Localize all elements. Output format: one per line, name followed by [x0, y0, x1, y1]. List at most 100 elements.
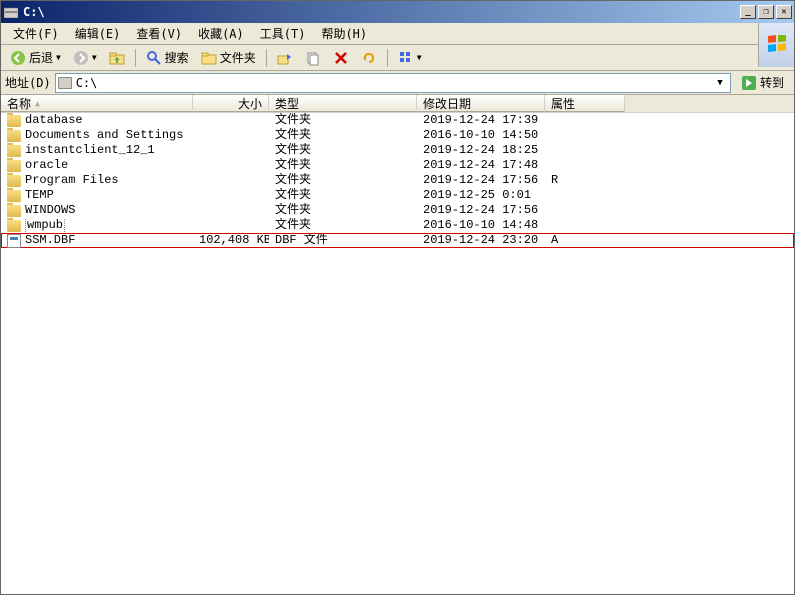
- forward-dropdown-icon: ▼: [92, 53, 97, 62]
- copy-to-button[interactable]: [300, 47, 326, 69]
- cell-type: 文件夹: [269, 218, 417, 233]
- folder-icon: [7, 130, 21, 142]
- restore-button[interactable]: ❐: [758, 5, 774, 19]
- delete-button[interactable]: [328, 47, 354, 69]
- column-header-size[interactable]: 大小: [193, 95, 269, 112]
- cell-attr: [545, 113, 625, 128]
- file-name: oracle: [25, 158, 68, 173]
- move-to-icon: [277, 50, 293, 66]
- toolbar: 后退 ▼ ▼ 搜索 文件夹 ▼: [1, 45, 794, 71]
- folder-icon: [7, 205, 21, 217]
- go-label: 转到: [760, 74, 784, 91]
- cell-size: [193, 218, 269, 233]
- column-type-label: 类型: [275, 95, 299, 112]
- cell-type: 文件夹: [269, 188, 417, 203]
- table-row[interactable]: database文件夹2019-12-24 17:39: [1, 113, 794, 128]
- table-row[interactable]: WINDOWS文件夹2019-12-24 17:56: [1, 203, 794, 218]
- table-row[interactable]: Documents and Settings文件夹2016-10-10 14:5…: [1, 128, 794, 143]
- folders-button[interactable]: 文件夹: [196, 47, 261, 69]
- window-title: C:\: [23, 5, 740, 19]
- toolbar-separator-3: [387, 49, 388, 67]
- cell-attr: [545, 203, 625, 218]
- column-header-date[interactable]: 修改日期: [417, 95, 545, 112]
- file-name: TEMP: [25, 188, 54, 203]
- cell-name: database: [1, 113, 193, 128]
- file-name: SSM.DBF: [25, 233, 75, 248]
- file-name: instantclient_12_1: [25, 143, 155, 158]
- search-button[interactable]: 搜索: [141, 47, 194, 69]
- sort-asc-icon: ▲: [35, 99, 40, 108]
- cell-type: 文件夹: [269, 173, 417, 188]
- views-icon: [398, 50, 414, 66]
- undo-button[interactable]: [356, 47, 382, 69]
- table-row[interactable]: instantclient_12_1文件夹2019-12-24 18:25: [1, 143, 794, 158]
- cell-name: TEMP: [1, 188, 193, 203]
- minimize-button[interactable]: _: [740, 5, 756, 19]
- drive-icon: [58, 77, 72, 89]
- delete-icon: [333, 50, 349, 66]
- undo-icon: [361, 50, 377, 66]
- menu-help[interactable]: 帮助(H): [313, 23, 375, 44]
- go-button[interactable]: 转到: [735, 73, 790, 93]
- cell-name: Documents and Settings: [1, 128, 193, 143]
- address-dropdown-icon[interactable]: ▼: [712, 78, 728, 88]
- folder-icon: [7, 190, 21, 202]
- folder-icon: [7, 115, 21, 127]
- close-button[interactable]: ✕: [776, 5, 792, 19]
- go-icon: [741, 75, 757, 91]
- column-date-label: 修改日期: [423, 95, 471, 112]
- menu-tools[interactable]: 工具(T): [252, 23, 314, 44]
- column-size-label: 大小: [238, 95, 262, 112]
- address-input[interactable]: C:\ ▼: [55, 73, 731, 93]
- menu-favorites[interactable]: 收藏(A): [190, 23, 252, 44]
- column-header-attr[interactable]: 属性: [545, 95, 625, 112]
- cell-date: 2019-12-24 17:39: [417, 113, 545, 128]
- folder-icon: [7, 175, 21, 187]
- file-name: Documents and Settings: [25, 128, 183, 143]
- table-row[interactable]: SSM.DBF102,408 KBDBF 文件2019-12-24 23:20A: [1, 233, 794, 248]
- column-header-type[interactable]: 类型: [269, 95, 417, 112]
- cell-name: oracle: [1, 158, 193, 173]
- folder-icon: [7, 220, 21, 232]
- views-button[interactable]: ▼: [393, 47, 427, 69]
- list-header: 名称 ▲ 大小 类型 修改日期 属性: [1, 95, 794, 113]
- file-name: Program Files: [25, 173, 119, 188]
- cell-date: 2019-12-24 23:20: [417, 233, 545, 248]
- cell-date: 2019-12-25 0:01: [417, 188, 545, 203]
- table-row[interactable]: TEMP 文件夹2019-12-25 0:01: [1, 188, 794, 203]
- table-row[interactable]: oracle文件夹2019-12-24 17:48: [1, 158, 794, 173]
- cell-size: [193, 173, 269, 188]
- list-body: database文件夹2019-12-24 17:39Documents and…: [1, 113, 794, 248]
- back-button[interactable]: 后退 ▼: [5, 47, 66, 69]
- menubar: 文件(F) 编辑(E) 查看(V) 收藏(A) 工具(T) 帮助(H): [1, 23, 794, 45]
- file-list: 名称 ▲ 大小 类型 修改日期 属性 database文件夹2019-12-24…: [1, 95, 794, 594]
- cell-type: DBF 文件: [269, 233, 417, 248]
- up-button[interactable]: [104, 47, 130, 69]
- menu-edit[interactable]: 编辑(E): [67, 23, 129, 44]
- cell-date: 2016-10-10 14:50: [417, 128, 545, 143]
- cell-attr: [545, 143, 625, 158]
- table-row[interactable]: wmpub文件夹2016-10-10 14:48: [1, 218, 794, 233]
- column-name-label: 名称: [7, 95, 31, 112]
- cell-name: wmpub: [1, 218, 193, 233]
- column-header-name[interactable]: 名称 ▲: [1, 95, 193, 112]
- file-name: WINDOWS: [25, 203, 75, 218]
- menu-view[interactable]: 查看(V): [128, 23, 190, 44]
- table-row[interactable]: Program Files文件夹2019-12-24 17:56R: [1, 173, 794, 188]
- back-label: 后退: [29, 49, 53, 66]
- cell-attr: [545, 188, 625, 203]
- folders-label: 文件夹: [220, 49, 256, 66]
- content-area: 名称 ▲ 大小 类型 修改日期 属性 database文件夹2019-12-24…: [1, 95, 794, 594]
- file-icon: [7, 234, 21, 248]
- forward-button[interactable]: ▼: [68, 47, 102, 69]
- cell-name: instantclient_12_1: [1, 143, 193, 158]
- address-label: 地址(D): [5, 74, 51, 91]
- cell-type: 文件夹: [269, 203, 417, 218]
- cell-attr: [545, 158, 625, 173]
- menu-file[interactable]: 文件(F): [5, 23, 67, 44]
- search-label: 搜索: [165, 49, 189, 66]
- move-to-button[interactable]: [272, 47, 298, 69]
- folder-icon: [7, 145, 21, 157]
- cell-date: 2019-12-24 17:56: [417, 173, 545, 188]
- toolbar-separator-2: [266, 49, 267, 67]
